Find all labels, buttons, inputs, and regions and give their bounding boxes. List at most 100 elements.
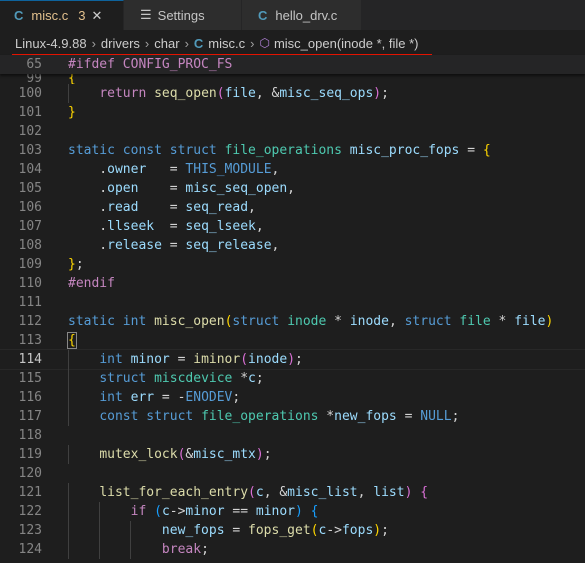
code-token: c — [161, 504, 170, 519]
code-token: ) — [545, 314, 554, 329]
chevron-right-icon: › — [144, 35, 150, 51]
code-token: c — [248, 371, 256, 386]
code-token: ; — [381, 523, 389, 538]
code-line[interactable]: 122 if (c->minor == minor) { — [0, 502, 585, 521]
code-line[interactable]: 110 #endif — [0, 274, 585, 293]
indent-guide — [68, 407, 69, 426]
code-line[interactable]: 121 list_for_each_entry(c, &misc_list, l… — [0, 483, 585, 502]
code-line[interactable]: 118 — [0, 426, 585, 445]
code-token: = — [154, 219, 186, 234]
code-text: new_fops = fops_get(c->fops); — [42, 521, 389, 540]
code-token: seq_lseek — [185, 219, 256, 234]
code-line[interactable]: 124 break; — [0, 540, 585, 559]
code-token: file — [514, 314, 546, 329]
code-token: , & — [263, 485, 288, 500]
code-line[interactable]: 101} — [0, 103, 585, 122]
code-line[interactable]: 100 return seq_open(file, &misc_seq_ops)… — [0, 84, 585, 103]
breadcrumb-item-folder[interactable]: Linux-4.9.88 — [15, 36, 87, 51]
code-line[interactable]: 115 struct miscdevice *c; — [0, 369, 585, 388]
breadcrumb-item-folder[interactable]: char — [154, 36, 179, 51]
code-token: read — [107, 200, 139, 215]
code-token: err — [130, 390, 155, 405]
code-token: , & — [255, 86, 280, 101]
line-number: 104 — [18, 162, 42, 177]
code-token: ( — [240, 352, 249, 367]
breadcrumb-item-folder[interactable]: drivers — [101, 36, 140, 51]
code-text: int err = -ENODEV; — [42, 388, 240, 407]
indent-guide — [130, 521, 132, 540]
code-line[interactable]: 107 .llseek = seq_lseek, — [0, 217, 585, 236]
tab-misc-c[interactable]: C misc.c 3 ✕ — [0, 0, 124, 30]
tab-hello-drv-c[interactable]: C hello_drv.c — [242, 0, 362, 30]
code-token: new_fops — [161, 523, 225, 538]
code-token: { — [68, 74, 76, 84]
code-line[interactable]: 120 — [0, 464, 585, 483]
sticky-scroll-line[interactable]: 65 #ifdef CONFIG_PROC_FS — [0, 55, 585, 74]
code-token: open — [107, 181, 139, 196]
code-token: if — [130, 504, 147, 519]
code-line[interactable]: 109}; — [0, 255, 585, 274]
code-line[interactable]: 108 .release = seq_release, — [0, 236, 585, 255]
code-token: ; — [232, 390, 241, 405]
code-line[interactable]: 106 .read = seq_read, — [0, 198, 585, 217]
indent-guide — [68, 540, 69, 559]
code-token: misc_open — [154, 314, 225, 329]
code-token: , — [388, 314, 405, 329]
code-token: static — [68, 314, 115, 329]
code-token: list_for_each_entry — [99, 485, 249, 500]
code-token: -> — [169, 504, 186, 519]
code-token: = — [138, 181, 186, 196]
code-line[interactable]: 99 { — [0, 74, 585, 84]
line-number: 118 — [18, 428, 42, 443]
code-token: = — [146, 162, 186, 177]
code-line[interactable]: 102 — [0, 122, 585, 141]
code-line[interactable]: 113 { — [0, 331, 585, 350]
chevron-right-icon: › — [91, 35, 96, 51]
close-icon[interactable]: ✕ — [91, 8, 102, 24]
code-line[interactable]: 111 — [0, 293, 585, 312]
code-editor[interactable]: 65 #ifdef CONFIG_PROC_FS 99 {100 return s… — [0, 55, 585, 559]
code-line[interactable]: 114 int minor = iminor(inode); — [0, 349, 585, 370]
breadcrumb-item-symbol[interactable]: misc_open(inode *, file *) — [274, 36, 419, 51]
code-line[interactable]: 105 .open = misc_seq_open, — [0, 179, 585, 198]
line-number: 108 — [18, 238, 42, 253]
code-token: misc_list — [287, 485, 358, 500]
code-token: int — [99, 352, 123, 367]
code-token: fops_get — [248, 523, 311, 538]
code-text: .llseek = seq_lseek, — [42, 217, 263, 236]
code-token: } — [68, 105, 76, 120]
code-line[interactable]: 103 static const struct file_operations m… — [0, 141, 585, 160]
code-text: mutex_lock(&misc_mtx); — [42, 445, 272, 464]
code-line[interactable]: 117 const struct file_operations *new_fo… — [0, 407, 585, 426]
tab-settings[interactable]: ☰ Settings — [124, 0, 242, 30]
code-token: ; — [381, 86, 389, 101]
indent-guide — [68, 369, 69, 388]
code-line[interactable]: 123 new_fops = fops_get(c->fops); — [0, 521, 585, 540]
line-number: 110 — [18, 276, 42, 291]
problem-count-badge: 3 — [78, 8, 86, 23]
indent-guide — [68, 445, 69, 464]
code-line[interactable]: 104 .owner = THIS_MODULE, — [0, 160, 585, 179]
code-token: static — [68, 143, 115, 158]
code-token: misc_seq_ops — [279, 86, 374, 101]
code-token: inode — [349, 314, 389, 329]
code-text: struct miscdevice *c; — [42, 369, 264, 388]
code-line[interactable]: 112 static int misc_open(struct inode * i… — [0, 312, 585, 331]
line-number: 106 — [18, 200, 42, 215]
code-line[interactable]: 116 int err = -ENODEV; — [0, 388, 585, 407]
breadcrumb-item-file[interactable]: misc.c — [208, 36, 245, 51]
code-token: file — [224, 86, 256, 101]
code-text: static const struct file_operations misc… — [42, 141, 491, 160]
line-number: 105 — [18, 181, 42, 196]
code-line[interactable]: 119 mutex_lock(&misc_mtx); — [0, 445, 585, 464]
code-token: fops — [341, 523, 374, 538]
indent-guide — [68, 483, 69, 502]
line-number: 102 — [18, 124, 42, 139]
code-token: inode — [287, 314, 327, 329]
